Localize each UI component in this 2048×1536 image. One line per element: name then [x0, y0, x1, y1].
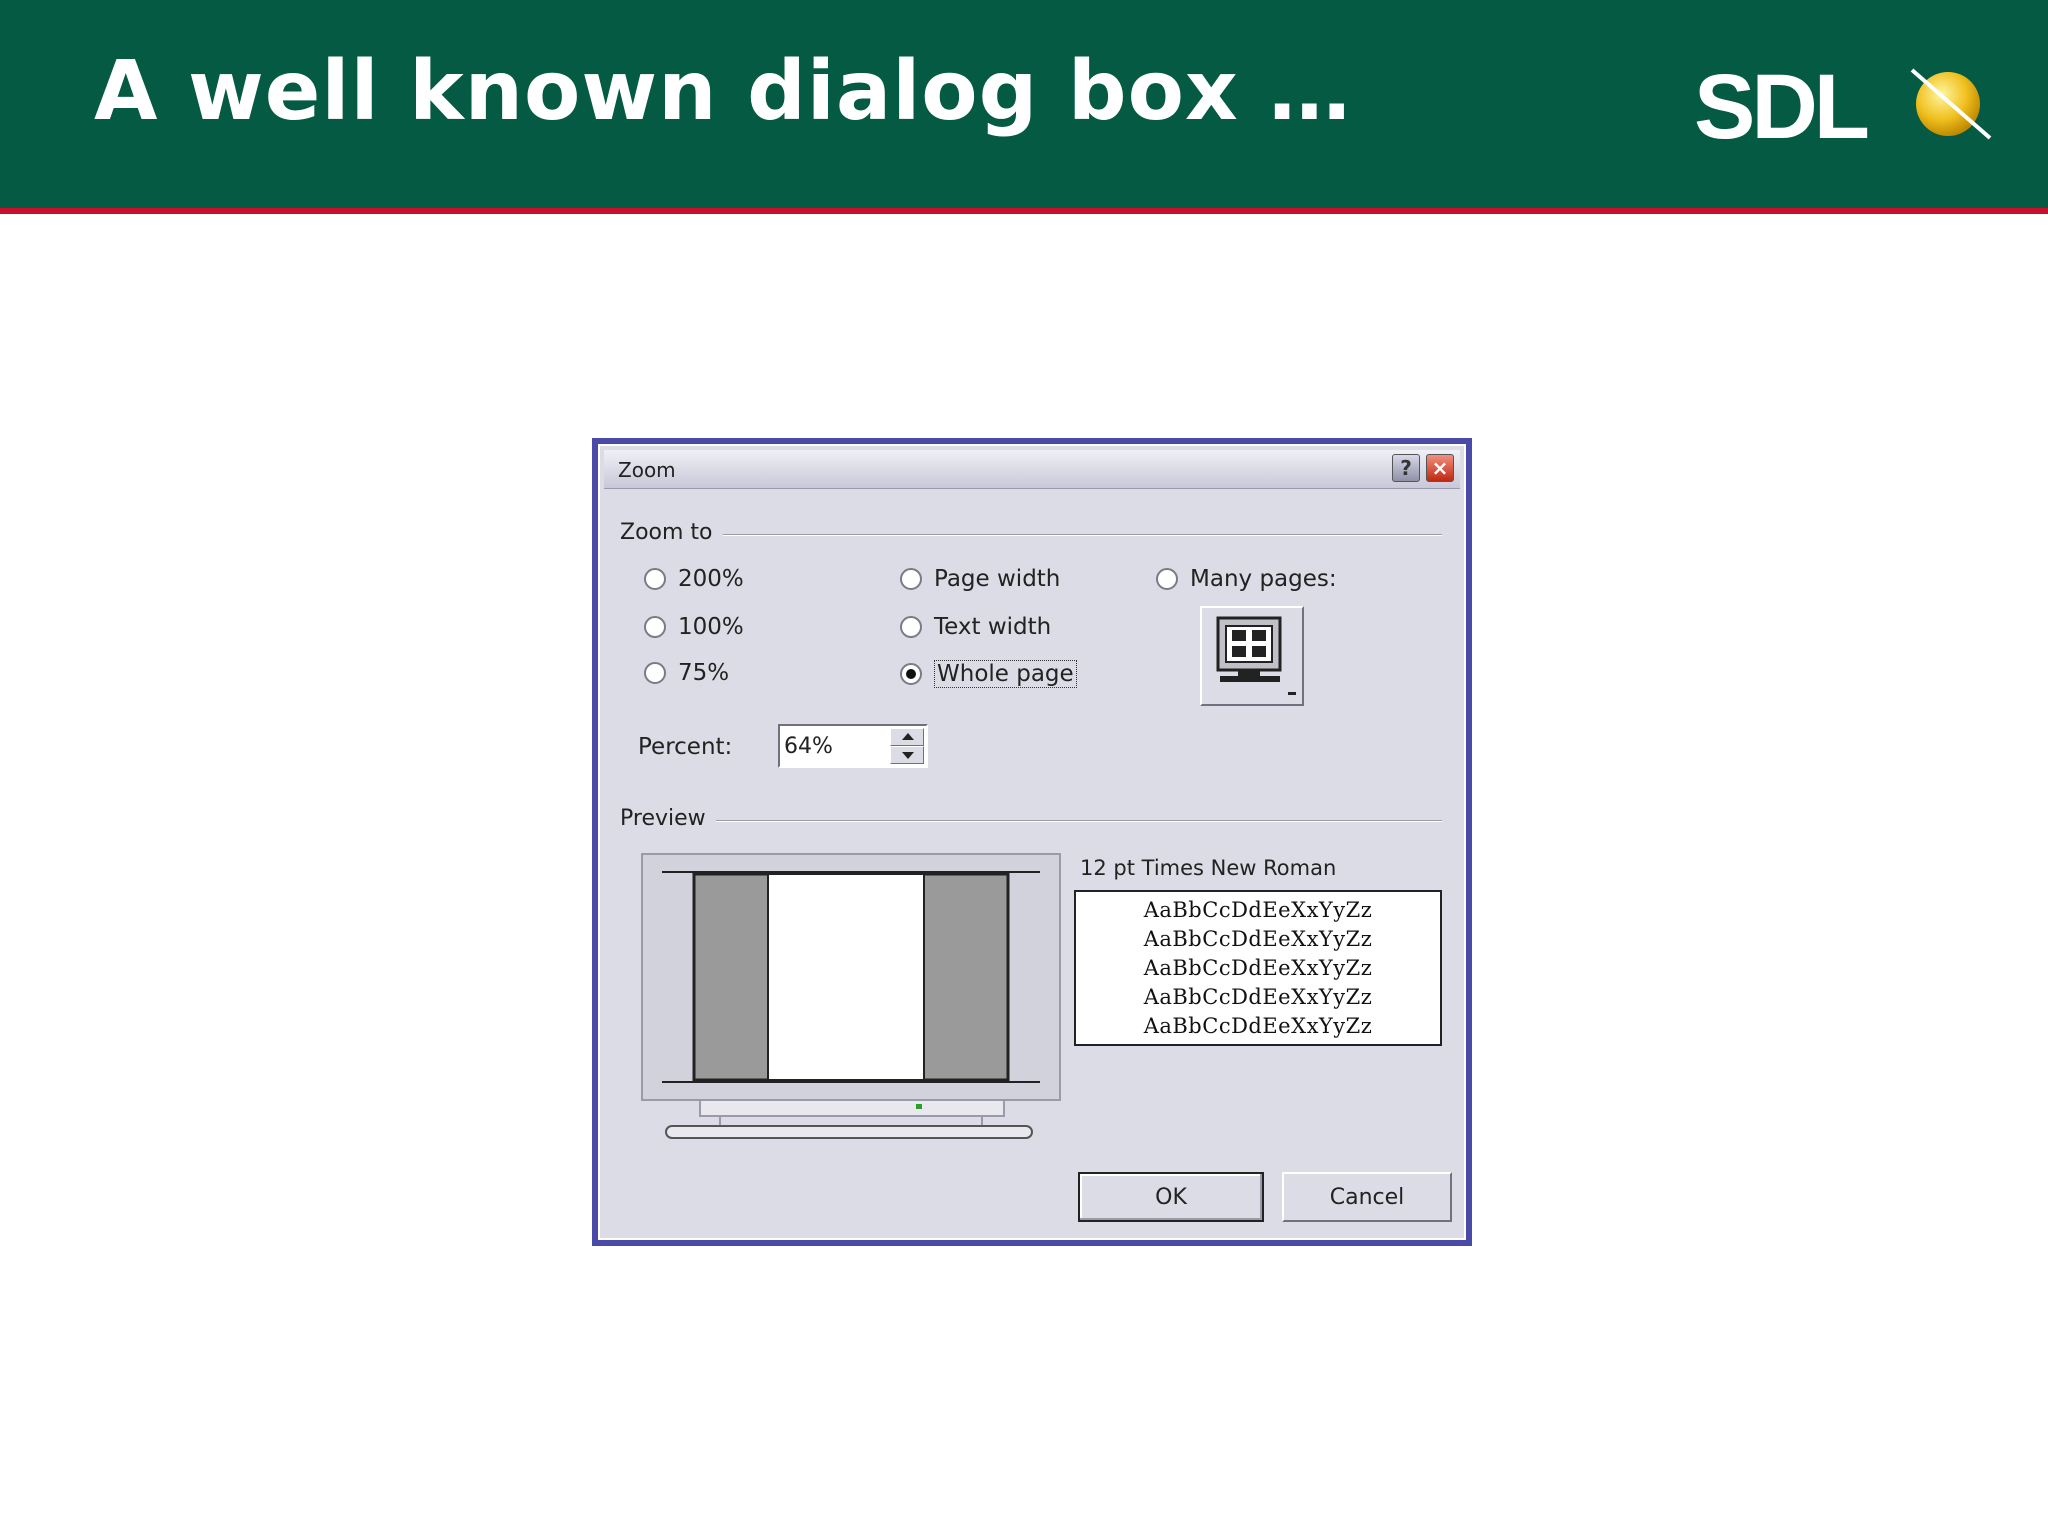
preview-monitor-icon: [641, 853, 1061, 1139]
preview-group-divider: [620, 820, 1442, 822]
sample-line: AaBbCcDdEeXxYyZz: [1143, 985, 1373, 1009]
radio-200[interactable]: 200%: [644, 566, 744, 592]
ok-button[interactable]: OK: [1078, 1172, 1264, 1222]
radio-many-pages-button[interactable]: [1156, 568, 1178, 590]
sample-line: AaBbCcDdEeXxYyZz: [1143, 898, 1373, 922]
dialog-title: Zoom: [618, 458, 676, 482]
radio-whole-page[interactable]: Whole page: [900, 660, 1077, 688]
radio-many-pages-label: Many pages:: [1190, 566, 1337, 592]
radio-200-label: 200%: [678, 566, 744, 592]
dialog-titlebar[interactable]: Zoom ? ×: [604, 450, 1460, 489]
radio-100-button[interactable]: [644, 616, 666, 638]
cancel-button[interactable]: Cancel: [1282, 1172, 1452, 1222]
font-sample-box: AaBbCcDdEeXxYyZz AaBbCcDdEeXxYyZz AaBbCc…: [1074, 890, 1442, 1046]
percent-spinner: [890, 728, 924, 764]
sample-line: AaBbCcDdEeXxYyZz: [1143, 956, 1373, 980]
radio-page-width-button[interactable]: [900, 568, 922, 590]
close-button[interactable]: ×: [1426, 454, 1454, 482]
radio-text-width-button[interactable]: [900, 616, 922, 638]
radio-200-button[interactable]: [644, 568, 666, 590]
zoom-group-divider: [620, 534, 1442, 536]
sample-line: AaBbCcDdEeXxYyZz: [1143, 927, 1373, 951]
many-pages-button[interactable]: [1200, 606, 1304, 706]
radio-whole-page-button[interactable]: [900, 663, 922, 685]
radio-100-label: 100%: [678, 614, 744, 640]
zoom-group-label: Zoom to: [620, 520, 723, 545]
radio-text-width[interactable]: Text width: [900, 614, 1051, 640]
preview-font-label: 12 pt Times New Roman: [1080, 856, 1337, 880]
dialog-body: Zoom ? × Zoom to 200% 100% 75% Page widt…: [598, 444, 1466, 1240]
sample-line: AaBbCcDdEeXxYyZz: [1143, 1014, 1373, 1038]
radio-many-pages[interactable]: Many pages:: [1156, 566, 1337, 592]
slide-title: A well known dialog box …: [94, 44, 1352, 139]
spin-up-arrow-icon[interactable]: [890, 728, 924, 746]
slide-header: A well known dialog box … SDL: [0, 0, 2048, 208]
percent-label: Percent:: [638, 734, 733, 760]
radio-text-width-label: Text width: [934, 614, 1052, 640]
radio-page-width-label: Page width: [934, 566, 1061, 592]
help-button[interactable]: ?: [1392, 454, 1420, 482]
percent-field: [778, 724, 928, 768]
radio-75-label: 75%: [678, 660, 730, 686]
sdl-logo-icon: SDL: [1694, 60, 1992, 150]
spin-down-arrow-icon[interactable]: [890, 746, 924, 764]
header-accent-line: [0, 208, 2048, 214]
radio-whole-page-label: Whole page: [934, 660, 1077, 688]
logo-text: SDL: [1694, 60, 1868, 150]
preview-group-label: Preview: [620, 806, 716, 831]
zoom-dialog: Zoom ? × Zoom to 200% 100% 75% Page widt…: [592, 438, 1472, 1246]
radio-100[interactable]: 100%: [644, 614, 744, 640]
radio-page-width[interactable]: Page width: [900, 566, 1060, 592]
radio-75[interactable]: 75%: [644, 660, 729, 686]
percent-input[interactable]: [784, 730, 884, 762]
radio-75-button[interactable]: [644, 662, 666, 684]
monitor-pages-icon: [1216, 616, 1296, 695]
